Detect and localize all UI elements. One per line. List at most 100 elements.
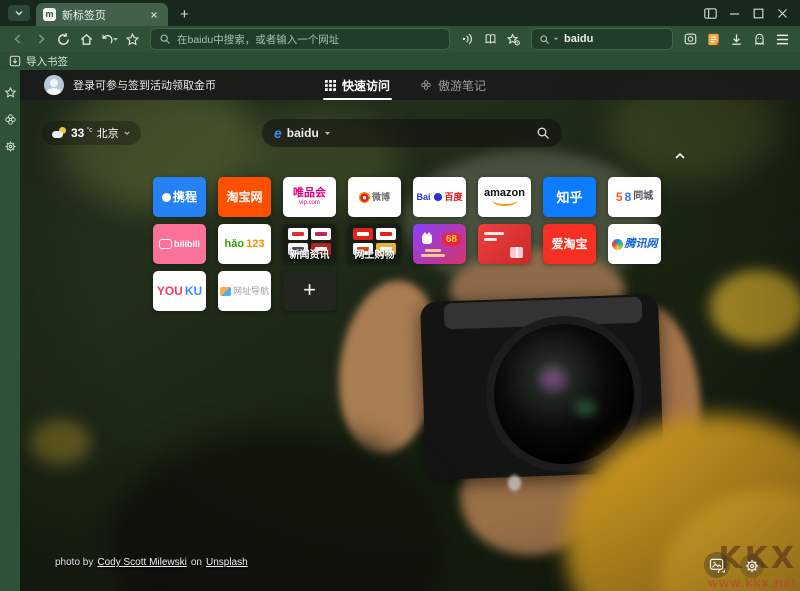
minimize-button[interactable] bbox=[724, 4, 744, 22]
weather-unit: °c bbox=[86, 127, 92, 134]
quick-search-box[interactable]: baidu bbox=[531, 28, 673, 50]
tab-bar: m 新标签页 + bbox=[0, 0, 800, 26]
side-panel-icon bbox=[704, 8, 717, 19]
browser-window: m 新标签页 + bbox=[0, 0, 800, 591]
address-bar[interactable]: 在baidu中搜索，或者输入一个网址 bbox=[150, 28, 450, 50]
tile-hao123[interactable]: hǎo123 bbox=[218, 224, 271, 264]
chevron-down-icon[interactable] bbox=[324, 131, 331, 136]
gear-icon bbox=[4, 140, 17, 153]
tile-news-folder[interactable]: 新闻资讯 bbox=[283, 224, 336, 264]
import-bookmarks-button[interactable]: 导入书签 bbox=[9, 54, 68, 69]
credit-author-link[interactable]: Cody Scott Milewski bbox=[97, 557, 186, 568]
close-icon bbox=[777, 8, 788, 19]
tile-shopping-folder[interactable]: 网上购物 bbox=[348, 224, 401, 264]
tile-zhihu[interactable]: 知乎 bbox=[543, 177, 596, 217]
tile-content: 携程 bbox=[162, 191, 197, 203]
thumb-mark bbox=[380, 232, 393, 236]
tile-text: 唯品会 bbox=[293, 188, 326, 199]
screenshot-icon bbox=[683, 32, 698, 46]
tile-bilibili[interactable]: bilibili bbox=[153, 224, 206, 264]
read-aloud-button[interactable] bbox=[457, 29, 478, 50]
change-wallpaper-button[interactable] bbox=[704, 552, 730, 578]
tile-text: KU bbox=[185, 285, 202, 297]
add-favorite-button[interactable] bbox=[503, 29, 524, 50]
tile-content: Bai百度 bbox=[416, 193, 462, 202]
close-window-button[interactable] bbox=[772, 4, 792, 22]
quick-access-grid: 携程 淘宝网 唯品会vip.com 微博 Bai百度 amazon 知乎 58同城 bilibi… bbox=[153, 177, 661, 311]
star-icon bbox=[4, 86, 17, 99]
search-icon[interactable] bbox=[536, 126, 550, 140]
weather-temp: 33 bbox=[71, 126, 84, 140]
side-panel-button[interactable] bbox=[700, 4, 720, 22]
tile-tencent[interactable]: 腾讯网 bbox=[608, 224, 661, 264]
promo-text-bar bbox=[425, 249, 441, 252]
login-promo-text[interactable]: 登录可参与签到活动领取金币 bbox=[73, 77, 216, 93]
tab-list-button[interactable] bbox=[8, 5, 30, 21]
import-bookmarks-label: 导入书签 bbox=[26, 54, 68, 69]
star-gear-icon bbox=[506, 32, 521, 47]
tile-youku[interactable]: YOUKU bbox=[153, 271, 206, 311]
chevron-down-icon bbox=[112, 37, 119, 42]
clover-icon bbox=[420, 79, 432, 91]
tile-content: 网址导航 bbox=[220, 287, 269, 296]
person-icon-body bbox=[46, 88, 62, 95]
tile-logo-row: YOUKU bbox=[157, 285, 202, 297]
favorites-button[interactable] bbox=[122, 29, 143, 50]
maximize-button[interactable] bbox=[748, 4, 768, 22]
tile-subtext: vip.com bbox=[299, 200, 320, 206]
tile-add[interactable]: + bbox=[283, 271, 336, 311]
tab-label: 傲游笔记 bbox=[438, 77, 486, 94]
avatar[interactable] bbox=[44, 75, 64, 95]
main-menu-button[interactable] bbox=[772, 29, 793, 50]
tile-content: 唯品会vip.com bbox=[293, 188, 326, 206]
tile-logo-row: amazon bbox=[484, 188, 525, 199]
back-button[interactable] bbox=[7, 29, 28, 50]
tile-content: amazon bbox=[484, 188, 525, 206]
ghost-icon bbox=[752, 32, 767, 47]
tab-maxnote[interactable]: 傲游笔记 bbox=[420, 70, 486, 100]
tab-close-button[interactable] bbox=[147, 8, 161, 22]
reader-mode-button[interactable] bbox=[480, 29, 501, 50]
tile-amazon[interactable]: amazon bbox=[478, 177, 531, 217]
new-tab-button[interactable]: + bbox=[180, 7, 189, 22]
undo-button[interactable] bbox=[99, 29, 120, 50]
tile-red-promo[interactable] bbox=[478, 224, 531, 264]
tab-label: 快速访问 bbox=[342, 77, 390, 94]
cloud-icon bbox=[52, 131, 63, 138]
tile-vipshop[interactable]: 唯品会vip.com bbox=[283, 177, 336, 217]
screenshot-button[interactable] bbox=[680, 29, 701, 50]
tab-new-tab-page[interactable]: m 新标签页 bbox=[36, 3, 168, 26]
passkeeper-button[interactable] bbox=[749, 29, 770, 50]
tile-58tongcheng[interactable]: 58同城 bbox=[608, 177, 661, 217]
forward-button[interactable] bbox=[30, 29, 51, 50]
person-icon bbox=[50, 79, 58, 87]
tile-content: YOUKU bbox=[157, 285, 202, 297]
home-button[interactable] bbox=[76, 29, 97, 50]
tile-aitaobao[interactable]: 爱淘宝 bbox=[543, 224, 596, 264]
refresh-button[interactable] bbox=[53, 29, 74, 50]
settings-sidebar-button[interactable] bbox=[3, 139, 17, 153]
tile-weibo[interactable]: 微博 bbox=[348, 177, 401, 217]
tmall-cat-icon bbox=[422, 235, 432, 244]
center-search-box[interactable]: e baidu bbox=[262, 119, 562, 147]
tile-text: bilibili bbox=[174, 240, 200, 249]
tile-site-nav[interactable]: 网址导航 bbox=[218, 271, 271, 311]
maxnote-sidebar-button[interactable] bbox=[3, 112, 17, 126]
download-button[interactable] bbox=[726, 29, 747, 50]
promo-text-bar bbox=[421, 254, 445, 257]
collapse-quick-access-button[interactable] bbox=[672, 150, 688, 162]
tile-tmall-promo[interactable]: 68 bbox=[413, 224, 466, 264]
wallpaper-photo bbox=[20, 70, 800, 591]
address-placeholder: 在baidu中搜索，或者输入一个网址 bbox=[177, 32, 339, 47]
maxnote-collect-button[interactable] bbox=[703, 29, 724, 50]
tile-baidu[interactable]: Bai百度 bbox=[413, 177, 466, 217]
tab-title: 新标签页 bbox=[62, 7, 147, 23]
tile-taobao[interactable]: 淘宝网 bbox=[218, 177, 271, 217]
tab-quick-access[interactable]: 快速访问 bbox=[325, 70, 390, 100]
settings-button[interactable] bbox=[740, 554, 764, 578]
folder-label: 网上购物 bbox=[348, 246, 401, 261]
favorites-sidebar-button[interactable] bbox=[3, 85, 17, 99]
weather-widget[interactable]: 33 °c 北京 bbox=[42, 121, 141, 145]
tile-ctrip[interactable]: 携程 bbox=[153, 177, 206, 217]
credit-site-link[interactable]: Unsplash bbox=[206, 557, 248, 568]
